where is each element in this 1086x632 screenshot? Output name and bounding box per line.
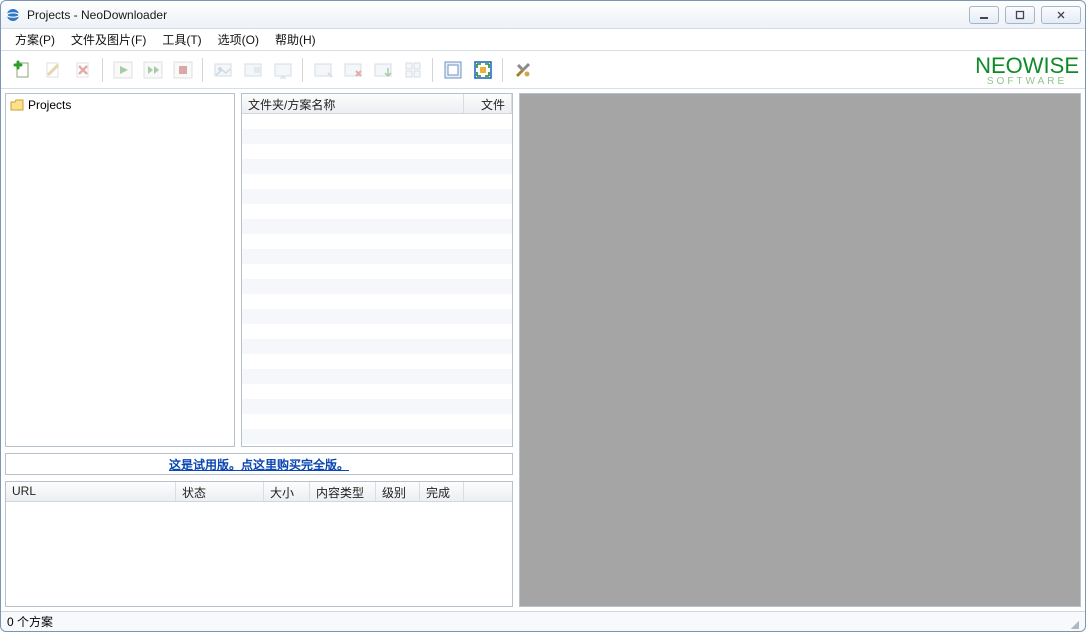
slideshow-button[interactable] [269, 56, 297, 84]
close-button[interactable] [1041, 6, 1081, 24]
trial-link[interactable]: 这是试用版。点这里购买完全版。 [169, 456, 349, 473]
new-project-button[interactable] [9, 56, 37, 84]
minimize-button[interactable] [969, 6, 999, 24]
stop-button[interactable] [169, 56, 197, 84]
thumbnails-button[interactable] [399, 56, 427, 84]
brand-logo: NEOWISE SOFTWARE [975, 51, 1079, 91]
list-pane[interactable]: 文件夹/方案名称 文件 [241, 93, 513, 447]
downloads-header: URL 状态 大小 内容类型 级别 完成 [6, 482, 512, 502]
dl-col-ctype[interactable]: 内容类型 [310, 482, 376, 501]
menubar: 方案(P) 文件及图片(F) 工具(T) 选项(O) 帮助(H) [1, 29, 1085, 51]
status-text: 0 个方案 [7, 613, 53, 630]
fullscreen-button[interactable] [469, 56, 497, 84]
panes: Projects 文件夹/方案名称 文件 这是试用版。点这里购买完全版。 [1, 89, 1085, 611]
list-header: 文件夹/方案名称 文件 [242, 94, 512, 114]
maximize-button[interactable] [1005, 6, 1035, 24]
view-image-button[interactable] [209, 56, 237, 84]
preview-pane[interactable] [519, 93, 1081, 607]
dl-col-level[interactable]: 级别 [376, 482, 420, 501]
export-image-button[interactable] [369, 56, 397, 84]
edit-project-button[interactable] [39, 56, 67, 84]
trial-bar: 这是试用版。点这里购买完全版。 [5, 453, 513, 475]
list-col-name[interactable]: 文件夹/方案名称 [242, 94, 464, 113]
left-column: Projects 文件夹/方案名称 文件 这是试用版。点这里购买完全版。 [5, 93, 513, 607]
content: NEOWISE SOFTWARE [1, 51, 1085, 611]
dl-col-url[interactable]: URL [6, 482, 176, 501]
upper-left-row: Projects 文件夹/方案名称 文件 [5, 93, 513, 447]
open-image-button[interactable] [309, 56, 337, 84]
browse-images-button[interactable] [239, 56, 267, 84]
delete-image-button[interactable] [339, 56, 367, 84]
downloads-pane[interactable]: URL 状态 大小 内容类型 级别 完成 [5, 481, 513, 607]
downloads-body[interactable] [6, 502, 512, 606]
menu-options[interactable]: 选项(O) [210, 29, 267, 50]
tree-root-node[interactable]: Projects [10, 96, 230, 114]
dl-col-status[interactable]: 状态 [176, 482, 264, 501]
filter-button[interactable] [439, 56, 467, 84]
app-icon [5, 7, 21, 23]
titlebar: Projects - NeoDownloader [1, 1, 1085, 29]
menu-help[interactable]: 帮助(H) [267, 29, 324, 50]
logo-sub-text: SOFTWARE [975, 77, 1079, 87]
start-button[interactable] [109, 56, 137, 84]
dl-col-size[interactable]: 大小 [264, 482, 310, 501]
tree-root-label: Projects [28, 98, 71, 112]
settings-button[interactable] [509, 56, 537, 84]
window-title: Projects - NeoDownloader [27, 8, 167, 22]
menu-tools[interactable]: 工具(T) [154, 29, 209, 50]
statusbar: 0 个方案 [1, 611, 1085, 631]
list-col-file[interactable]: 文件 [464, 94, 512, 113]
delete-project-button[interactable] [69, 56, 97, 84]
start-all-button[interactable] [139, 56, 167, 84]
main-window: Projects - NeoDownloader 方案(P) 文件及图片(F) … [0, 0, 1086, 632]
list-body[interactable] [242, 114, 512, 446]
window-controls [969, 6, 1081, 24]
resize-grip-icon[interactable] [1065, 615, 1079, 629]
menu-plan[interactable]: 方案(P) [7, 29, 63, 50]
project-tree-pane[interactable]: Projects [5, 93, 235, 447]
logo-brand-text: NEOWISE [975, 55, 1079, 77]
folder-icon [10, 98, 24, 112]
dl-col-done[interactable]: 完成 [420, 482, 464, 501]
toolbar [1, 51, 1085, 89]
menu-files[interactable]: 文件及图片(F) [63, 29, 154, 50]
